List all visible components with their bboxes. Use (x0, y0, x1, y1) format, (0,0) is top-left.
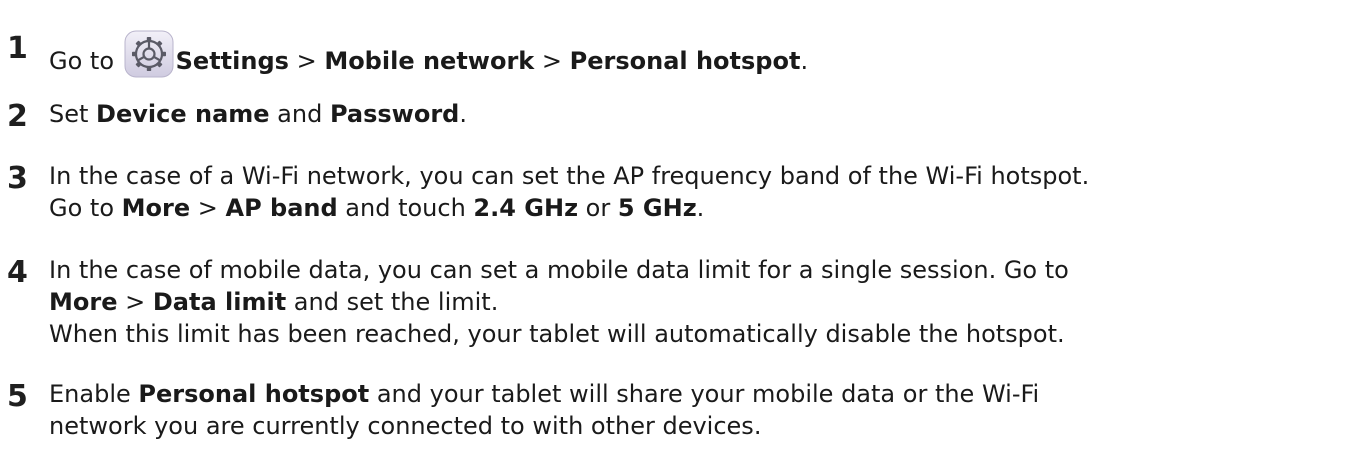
step-text-fragment: Go to (49, 47, 122, 75)
ui-term: Data limit (152, 288, 287, 316)
step-text-fragment: network you are currently connected to w… (49, 412, 762, 440)
step-text-fragment: > (288, 47, 325, 75)
step-number: 4 (7, 255, 28, 290)
step-number: 5 (7, 379, 28, 414)
step-text-fragment: In the case of a Wi-Fi network, you can … (49, 162, 1090, 190)
step-text-fragment: and set the limit. (286, 288, 499, 316)
step-text-fragment: . (800, 47, 809, 75)
ui-term: AP band (225, 194, 338, 222)
step-line: network you are currently connected to w… (49, 410, 1338, 442)
ui-term: Personal hotspot (138, 380, 370, 408)
step-line: Set Device name and Password. (49, 98, 1338, 130)
ui-term: 5 GHz (617, 194, 697, 222)
step-text: Go to Settings > Mobile network > Person… (49, 30, 1338, 78)
ui-term: More (49, 288, 118, 316)
step-line: Enable Personal hotspot and your tablet … (49, 378, 1338, 410)
step-line: In the case of mobile data, you can set … (49, 254, 1338, 286)
step-text: Enable Personal hotspot and your tablet … (49, 378, 1338, 442)
step-line: Go to More > AP band and touch 2.4 GHz o… (49, 192, 1338, 224)
ui-term: Mobile network (324, 47, 535, 75)
instruction-steps: 1 Go to Settings > Mobile network > Pers… (0, 0, 1348, 471)
step-text-fragment: . (696, 194, 705, 222)
step-text-fragment: Go to (49, 194, 122, 222)
step-text-fragment: Set (49, 100, 97, 128)
step-text-fragment: Enable (49, 380, 139, 408)
ui-term: Personal hotspot (569, 47, 801, 75)
step-text-fragment: and your tablet will share your mobile d… (369, 380, 1040, 408)
ui-term: 2.4 GHz (473, 194, 579, 222)
ui-term: Device name (96, 100, 270, 128)
step-text-fragment: In the case of mobile data, you can set … (49, 256, 1069, 284)
step-text: In the case of a Wi-Fi network, you can … (49, 160, 1338, 224)
step-text-fragment: When this limit has been reached, your t… (49, 320, 1065, 348)
step-text-fragment: > (190, 194, 226, 222)
ui-term: Password (329, 100, 460, 128)
step-text: Set Device name and Password. (49, 98, 1338, 130)
ui-term: More (121, 194, 191, 222)
step-text-fragment: > (534, 47, 570, 75)
step-text: In the case of mobile data, you can set … (49, 254, 1338, 350)
step-number: 2 (7, 99, 28, 134)
step-number: 1 (7, 31, 28, 66)
step-number: 3 (7, 161, 28, 196)
step-line: When this limit has been reached, your t… (49, 318, 1338, 350)
step-text-fragment: > (117, 288, 153, 316)
step-line: More > Data limit and set the limit. (49, 286, 1338, 318)
ui-term: Settings (175, 47, 289, 75)
step-line: Go to Settings > Mobile network > Person… (49, 30, 1338, 78)
step-line: In the case of a Wi-Fi network, you can … (49, 160, 1338, 192)
settings-gear-icon (124, 30, 174, 78)
step-text-fragment: and touch (337, 194, 474, 222)
step-text-fragment: or (578, 194, 618, 222)
step-text-fragment: . (459, 100, 467, 128)
step-text-fragment: and (269, 100, 330, 128)
